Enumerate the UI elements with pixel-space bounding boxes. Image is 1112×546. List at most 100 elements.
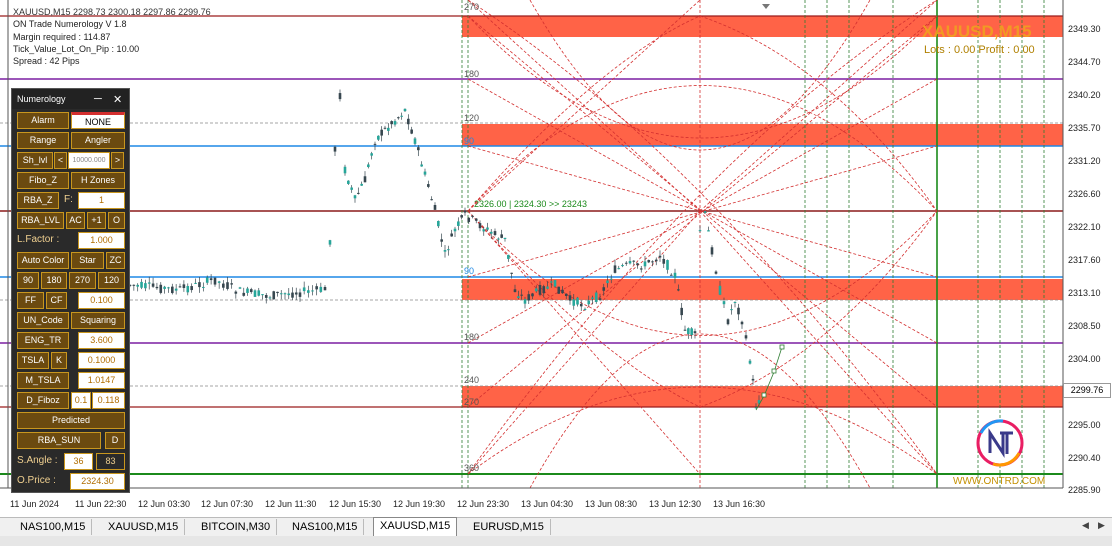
s-angle-value[interactable]: 36 bbox=[64, 453, 93, 470]
fibo-z-button[interactable]: Fibo_Z bbox=[17, 172, 69, 189]
alarm-none-field[interactable]: NONE bbox=[71, 112, 125, 129]
time-tick: 12 Jun 03:30 bbox=[138, 499, 191, 509]
candle-body bbox=[587, 300, 591, 305]
d-fiboz-value-b[interactable]: 0.118 bbox=[92, 392, 125, 409]
candle-body bbox=[497, 238, 500, 240]
price-chart[interactable]: 270 180 120 90 90 180 240 270 360 2326.0… bbox=[0, 0, 1112, 546]
candle-body bbox=[413, 138, 417, 144]
f-label: F: bbox=[64, 194, 73, 205]
rba-lvl-button[interactable]: RBA_LVL bbox=[17, 212, 64, 229]
cf-button[interactable]: CF bbox=[46, 292, 67, 309]
cf-value[interactable]: 0.100 bbox=[78, 292, 125, 309]
candle-body bbox=[410, 129, 413, 134]
minimize-icon[interactable]: ─ bbox=[94, 93, 102, 105]
zc-button[interactable]: ZC bbox=[106, 252, 125, 269]
angle-120-button[interactable]: 120 bbox=[98, 272, 125, 289]
candle-body bbox=[467, 217, 471, 222]
candle-body bbox=[564, 293, 568, 296]
time-tick: 12 Jun 23:30 bbox=[457, 499, 510, 509]
candle-body bbox=[174, 288, 178, 291]
candle-body bbox=[447, 249, 450, 251]
sh-decrease-button[interactable]: < bbox=[54, 152, 67, 169]
candle-body bbox=[319, 286, 323, 292]
rba-sun-button[interactable]: RBA_SUN bbox=[17, 432, 101, 449]
horizontal-scrollbar[interactable] bbox=[0, 536, 1112, 546]
m-tsla-button[interactable]: M_TSLA bbox=[17, 372, 69, 389]
angler-button[interactable]: Angler bbox=[71, 132, 125, 149]
candle-body bbox=[323, 287, 327, 291]
scroll-left-icon[interactable]: ◀ bbox=[1082, 520, 1089, 531]
candle-body bbox=[538, 285, 542, 295]
candle-body bbox=[202, 286, 205, 288]
k-button[interactable]: K bbox=[51, 352, 67, 369]
d-button[interactable]: D bbox=[105, 432, 125, 449]
ac-button[interactable]: AC bbox=[66, 212, 85, 229]
candle-body bbox=[264, 295, 268, 298]
candle-body bbox=[302, 287, 306, 292]
candle-body bbox=[730, 309, 733, 311]
candle-body bbox=[531, 293, 534, 297]
o-button[interactable]: O bbox=[108, 212, 125, 229]
candle-body bbox=[673, 272, 677, 278]
candle-body bbox=[513, 289, 517, 293]
d-fiboz-button[interactable]: D_Fiboz bbox=[17, 392, 69, 409]
price-tick: 2317.60 bbox=[1068, 255, 1101, 265]
h-zones-button[interactable]: H Zones bbox=[71, 172, 125, 189]
eng-tr-value[interactable]: 3.600 bbox=[78, 332, 125, 349]
f-value[interactable]: 1 bbox=[78, 192, 125, 209]
candle-body bbox=[647, 259, 651, 263]
candle-body bbox=[140, 281, 143, 288]
l-factor-value[interactable]: 1.000 bbox=[78, 232, 125, 249]
candle-body bbox=[546, 286, 549, 289]
candle-body bbox=[363, 176, 367, 183]
s-angle-value-b[interactable]: 83 bbox=[96, 453, 125, 470]
sh-increase-button[interactable]: > bbox=[111, 152, 124, 169]
d-fiboz-value-a[interactable]: 0.1 bbox=[71, 392, 91, 409]
plus-one-button[interactable]: +1 bbox=[87, 212, 106, 229]
un-code-button[interactable]: UN_Code bbox=[17, 312, 69, 329]
predicted-button[interactable]: Predicted bbox=[17, 412, 125, 429]
candle-body bbox=[613, 265, 617, 273]
tsla-value[interactable]: 0.1000 bbox=[78, 352, 125, 369]
eng-tr-button[interactable]: ENG_TR bbox=[17, 332, 69, 349]
angle-270-button[interactable]: 270 bbox=[69, 272, 96, 289]
candle-body bbox=[159, 284, 163, 293]
candle-body bbox=[338, 93, 342, 100]
tab-nas100-m15[interactable]: NAS100,M15 bbox=[14, 519, 93, 535]
alarm-button[interactable]: Alarm bbox=[17, 112, 69, 129]
panel-header[interactable]: Numerology ─ ✕ bbox=[12, 89, 129, 109]
range-button[interactable]: Range bbox=[17, 132, 69, 149]
rba-z-button[interactable]: RBA_Z bbox=[17, 192, 59, 209]
sh-lvl-value[interactable]: 10000.000 bbox=[68, 152, 110, 169]
candle-body bbox=[690, 328, 693, 336]
time-tick: 12 Jun 15:30 bbox=[329, 499, 382, 509]
angle-180-button[interactable]: 180 bbox=[41, 272, 67, 289]
ff-button[interactable]: FF bbox=[17, 292, 44, 309]
squaring-button[interactable]: Squaring bbox=[71, 312, 125, 329]
projection-point bbox=[779, 344, 785, 350]
candle-body bbox=[182, 284, 186, 289]
candle-body bbox=[234, 291, 238, 294]
tab-xauusd-m15-active[interactable]: XAUUSD,M15 bbox=[373, 517, 458, 537]
tsla-button[interactable]: TSLA bbox=[17, 352, 49, 369]
time-tick: 12 Jun 11:30 bbox=[265, 499, 317, 509]
scroll-right-icon[interactable]: ▶ bbox=[1098, 520, 1105, 531]
tab-nas100-m15-2[interactable]: NAS100,M15 bbox=[286, 519, 365, 535]
candle-body bbox=[474, 218, 478, 221]
time-tick: 13 Jun 12:30 bbox=[649, 499, 702, 509]
o-price-value[interactable]: 2324.30 bbox=[70, 473, 125, 490]
sh-lvl-button[interactable]: Sh_lvl bbox=[17, 152, 53, 169]
price-tick: 2285.90 bbox=[1068, 485, 1101, 495]
price-tick: 2326.60 bbox=[1068, 189, 1101, 199]
star-button[interactable]: Star bbox=[71, 252, 104, 269]
candle-body bbox=[740, 321, 744, 325]
tab-eurusd-m15[interactable]: EURUSD,M15 bbox=[467, 519, 551, 535]
angle-90-button[interactable]: 90 bbox=[17, 272, 39, 289]
candle-body bbox=[576, 297, 579, 305]
candle-body bbox=[471, 215, 474, 217]
tab-bitcoin-m30[interactable]: BITCOIN,M30 bbox=[195, 519, 278, 535]
close-icon[interactable]: ✕ bbox=[113, 93, 122, 106]
m-tsla-value[interactable]: 1.0147 bbox=[78, 372, 125, 389]
auto-color-button[interactable]: Auto Color bbox=[17, 252, 69, 269]
tab-xauusd-m15[interactable]: XAUUSD,M15 bbox=[102, 519, 186, 535]
